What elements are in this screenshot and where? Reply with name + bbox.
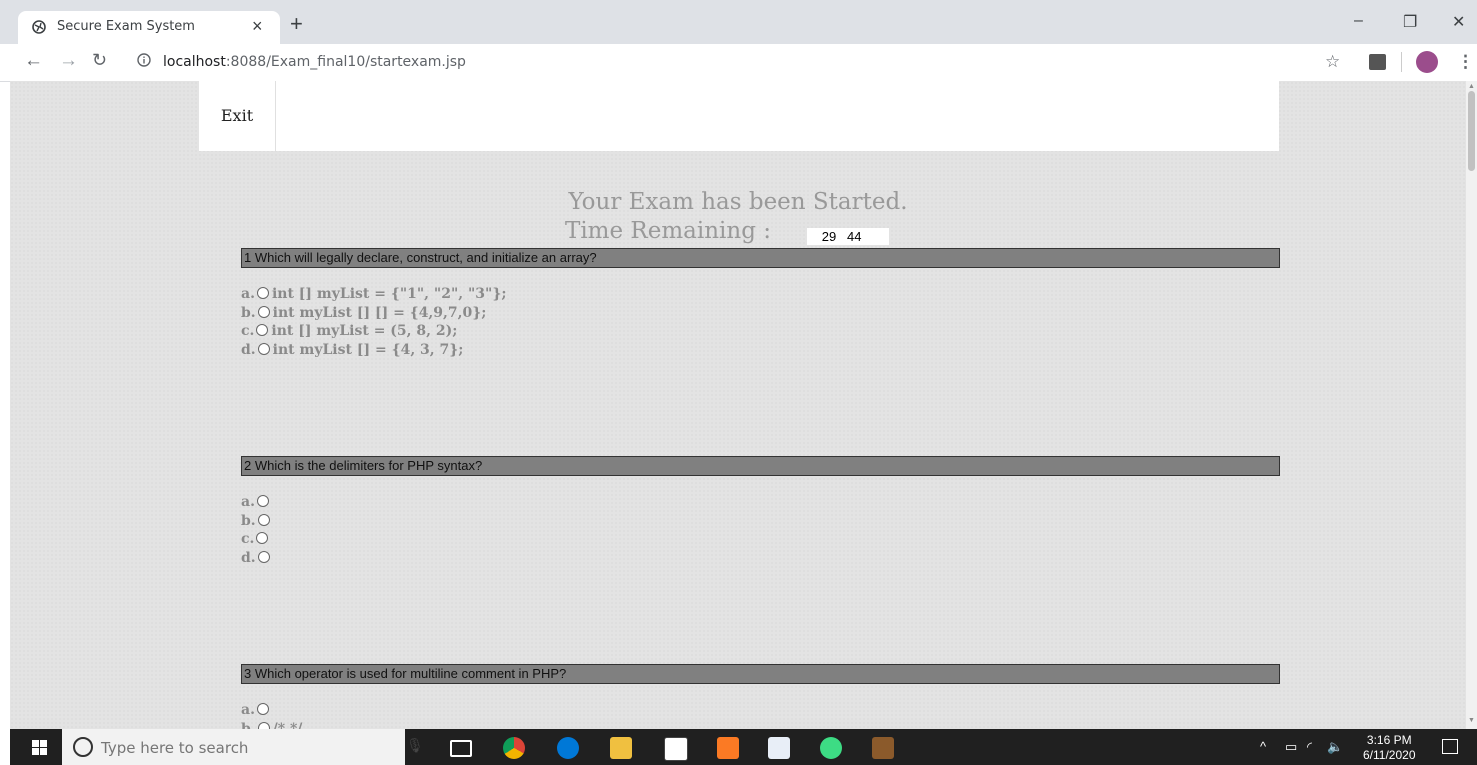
option-letter: d. [241,341,256,358]
scroll-down-icon[interactable]: ▼ [1468,717,1475,724]
volume-icon[interactable]: 🔈 [1327,739,1343,755]
forward-icon[interactable]: → [59,50,78,72]
option-radio[interactable] [256,703,269,715]
taskbar-search[interactable]: Type here to search 🎙 [62,729,424,765]
option-radio[interactable] [257,305,270,318]
option-radio[interactable] [257,513,270,526]
timer-seconds: 44 [845,228,889,245]
xampp-icon[interactable] [717,737,739,759]
android-studio-icon[interactable] [820,737,842,759]
option-row: b. /* */ [241,720,303,730]
option-letter: a. [241,286,255,302]
option-letter: a. [241,702,255,718]
globe-icon [32,20,46,34]
minimize-button[interactable]: – [1354,12,1363,30]
question-2-options: a. b. c. d. [241,493,273,567]
option-letter: b. [241,720,256,730]
wifi-icon[interactable]: ◜ [1307,739,1312,755]
option-letter: d. [241,549,256,566]
tab-title: Secure Exam System [57,19,195,34]
info-icon[interactable] [137,53,151,67]
url-path: :8088/Exam_final10/startexam.jsp [225,54,466,70]
option-row: b. int myList [] [] = {4,9,7,0}; [241,304,507,323]
windows-start-icon[interactable] [32,740,47,755]
option-radio[interactable] [256,324,269,336]
chrome-icon[interactable] [503,737,525,759]
reload-icon[interactable]: ↻ [92,50,107,71]
option-letter: c. [241,323,255,339]
url-host: localhost [163,54,226,70]
tab-close-icon[interactable]: × [252,16,263,37]
option-text: int myList [] [] = {4,9,7,0}; [272,304,487,321]
option-radio[interactable] [256,532,269,544]
new-tab-button[interactable]: + [290,13,303,35]
scroll-up-icon[interactable]: ▲ [1468,83,1475,90]
menu-icon[interactable]: ⋮ [1457,52,1474,72]
question-1-options: a. int [] myList = {"1", "2", "3"}; b. int… [241,285,507,359]
top-nav: Exit [199,81,1279,151]
task-view-icon[interactable] [450,740,472,757]
search-placeholder: Type here to search [101,739,249,757]
option-text: int [] myList = {"1", "2", "3"}; [271,286,507,302]
option-radio[interactable] [256,287,269,299]
exam-page: Exit Your Exam has been Started. Time Re… [10,81,1466,729]
clock-date: 6/11/2020 [1363,748,1416,762]
option-text: int [] myList = (5, 8, 2); [271,323,458,339]
cortana-icon [73,737,93,757]
clock-time: 3:16 PM [1366,733,1412,747]
app-icon[interactable] [768,737,790,759]
edge-icon[interactable] [557,737,579,759]
notification-icon[interactable] [1442,739,1458,754]
address-bar[interactable]: localhost:8088/Exam_final10/startexam.js… [128,47,1308,77]
browser-tab[interactable]: Secure Exam System × [18,11,280,44]
option-radio[interactable] [257,721,270,729]
option-row: b. [241,512,273,531]
page-heading: Your Exam has been Started. [568,189,908,215]
scrollbar-thumb[interactable] [1468,91,1475,171]
browser-tab-strip: Secure Exam System × + – ❐ ✕ [0,0,1477,44]
extension-icon[interactable] [1369,54,1386,70]
option-row: a. [241,701,302,720]
url-text: localhost:8088/Exam_final10/startexam.js… [163,54,466,70]
file-explorer-icon[interactable] [610,737,632,759]
system-clock[interactable]: 3:16 PM 6/11/2020 [1363,733,1416,763]
back-icon[interactable]: ← [24,50,43,72]
profile-avatar[interactable] [1416,51,1438,73]
option-text: /* */ [272,720,303,730]
question-2-title: 2 Which is the delimiters for PHP syntax… [241,456,1280,476]
restore-button[interactable]: ❐ [1403,12,1417,32]
option-row: a. [241,493,273,512]
option-row: d. [241,549,273,568]
time-remaining-label: Time Remaining : [564,218,771,244]
store-icon[interactable] [664,737,688,761]
option-row: a. int [] myList = {"1", "2", "3"}; [241,285,507,304]
page-scrollbar[interactable]: ▲ ▼ [1466,81,1477,729]
option-row: c. int [] myList = (5, 8, 2); [241,322,507,341]
option-row: d. int myList [] = {4, 3, 7}; [241,341,507,360]
question-3-title: 3 Which operator is used for multiline c… [241,664,1280,684]
toolbar-divider [1401,52,1402,72]
question-3-options: a. b. /* */ [241,701,302,729]
microphone-icon[interactable]: 🎙 [406,737,424,754]
option-row: c. [241,530,273,549]
question-1-title: 1 Which will legally declare, construct,… [241,248,1280,268]
option-letter: b. [241,512,256,529]
option-letter: c. [241,531,255,547]
option-radio[interactable] [257,342,270,355]
option-radio[interactable] [256,495,269,507]
browser-toolbar: ← → ↻ localhost:8088/Exam_final10/starte… [0,44,1477,82]
option-letter: b. [241,304,256,321]
tray-caret-icon[interactable]: ^ [1260,739,1266,754]
bookmark-star-icon[interactable]: ☆ [1325,52,1340,72]
option-letter: a. [241,494,255,510]
battery-icon[interactable]: ▭ [1285,739,1297,755]
option-text: int myList [] = {4, 3, 7}; [272,341,464,358]
close-window-button[interactable]: ✕ [1452,12,1465,32]
exit-link[interactable]: Exit [199,81,276,151]
windows-taskbar: Type here to search 🎙 ^ ▭ ◜ 🔈 3:16 PM 6/… [10,729,1477,765]
option-radio[interactable] [257,550,270,563]
app-icon-2[interactable] [872,737,894,759]
